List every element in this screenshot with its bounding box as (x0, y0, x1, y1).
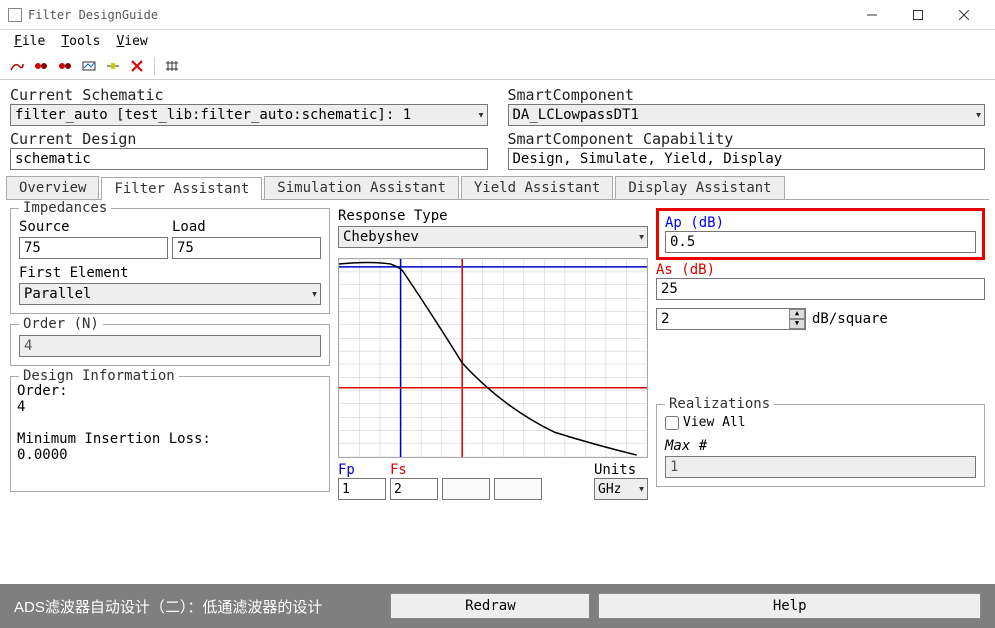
ap-highlight: Ap (dB) (656, 208, 985, 260)
fs-label: Fs (390, 462, 438, 478)
toolbar (0, 53, 995, 80)
titlebar: Filter DesignGuide (0, 0, 995, 30)
spin-up-button[interactable]: ▲ (789, 309, 805, 319)
current-design-label: Current Design (10, 130, 488, 148)
tab-yield-assistant[interactable]: Yield Assistant (461, 176, 613, 199)
fp-label: Fp (338, 462, 386, 478)
design-info-text (11, 377, 329, 487)
response-type-label: Response Type (338, 208, 648, 224)
smartcap-input (508, 148, 986, 170)
delete-icon[interactable] (128, 57, 146, 75)
schematic-info-grid: Current Schematic ▼ SmartComponent ▼ Cur… (0, 80, 995, 172)
source-input[interactable] (19, 237, 168, 259)
as-label: As (dB) (656, 262, 715, 278)
tab-overview[interactable]: Overview (6, 176, 99, 199)
freq-extra-2 (494, 478, 542, 500)
ap-label: Ap (dB) (665, 215, 724, 231)
load-label: Load (172, 219, 321, 235)
close-button[interactable] (941, 0, 987, 30)
smartcap-label: SmartComponent Capability (508, 130, 986, 148)
order-group: Order (N) (10, 324, 330, 366)
design-info-group: Design Information (10, 376, 330, 492)
tab-filter-assistant[interactable]: Filter Assistant (101, 177, 262, 200)
menu-file[interactable]: File (6, 32, 53, 51)
impedances-group: Impedances Source Load First Element ▼ (10, 208, 330, 314)
response-chart (338, 258, 648, 458)
window-controls (849, 0, 987, 30)
minimize-button[interactable] (849, 0, 895, 30)
source-label: Source (19, 219, 168, 235)
view-all-check[interactable] (665, 416, 679, 430)
view-all-label: View All (683, 415, 746, 430)
left-column: Impedances Source Load First Element ▼ (10, 208, 330, 502)
window-title: Filter DesignGuide (28, 8, 849, 22)
first-element-dropdown[interactable] (19, 283, 321, 305)
menu-view[interactable]: View (108, 32, 155, 51)
spin-down-button[interactable]: ▼ (789, 319, 805, 329)
freq-inputs-row: Fp Fs Units ▼ (338, 462, 648, 500)
filter-assistant-panel: Impedances Source Load First Element ▼ (0, 200, 995, 510)
app-icon (8, 8, 22, 22)
as-input[interactable] (656, 278, 985, 300)
tool-icon-5[interactable] (104, 57, 122, 75)
menu-tools[interactable]: Tools (53, 32, 108, 51)
order-input (19, 335, 321, 357)
current-schematic-label: Current Schematic (10, 86, 488, 104)
fs-input[interactable] (390, 478, 438, 500)
order-title: Order (N) (19, 316, 103, 332)
units-dropdown[interactable] (594, 478, 648, 500)
response-type-dropdown[interactable] (338, 226, 648, 248)
db-square-input[interactable] (656, 308, 806, 330)
fp-input[interactable] (338, 478, 386, 500)
max-input (665, 456, 976, 478)
impedances-title: Impedances (19, 200, 111, 216)
tab-display-assistant[interactable]: Display Assistant (615, 176, 784, 199)
current-design-input[interactable] (10, 148, 488, 170)
menubar: File Tools View (0, 30, 995, 53)
redraw-button[interactable]: Redraw (390, 593, 590, 619)
tab-bar: Overview Filter Assistant Simulation Ass… (6, 176, 989, 200)
ap-input[interactable] (665, 231, 976, 253)
freq-extra-1 (442, 478, 490, 500)
db-square-unit: dB/square (812, 311, 888, 327)
tab-simulation-assistant[interactable]: Simulation Assistant (264, 176, 459, 199)
realizations-group: Realizations View All Max # (656, 404, 985, 487)
right-column: Ap (dB) As (dB) ▲ ▼ dB/square Realizatio… (656, 208, 985, 502)
bottom-bar: ADS滤波器自动设计（二）：低通滤波器的设计 Redraw Help (0, 584, 995, 628)
smartcomponent-label: SmartComponent (508, 86, 986, 104)
design-info-title: Design Information (19, 368, 179, 384)
realizations-title: Realizations (665, 396, 774, 412)
max-label: Max # (665, 438, 707, 454)
tool-icon-1[interactable] (8, 57, 26, 75)
units-label: Units (594, 462, 648, 478)
smartcomponent-dropdown[interactable] (508, 104, 986, 126)
toolbar-separator (154, 57, 155, 75)
caption-text: ADS滤波器自动设计（二）：低通滤波器的设计 (14, 596, 322, 617)
tool-icon-2[interactable] (32, 57, 50, 75)
tool-icon-6[interactable] (163, 57, 181, 75)
tool-icon-3[interactable] (56, 57, 74, 75)
help-button[interactable]: Help (598, 593, 981, 619)
current-schematic-dropdown[interactable] (10, 104, 488, 126)
tool-icon-4[interactable] (80, 57, 98, 75)
load-input[interactable] (172, 237, 321, 259)
middle-column: Response Type ▼ (338, 208, 648, 502)
view-all-checkbox[interactable]: View All (665, 415, 746, 430)
maximize-button[interactable] (895, 0, 941, 30)
first-element-label: First Element (19, 265, 321, 281)
